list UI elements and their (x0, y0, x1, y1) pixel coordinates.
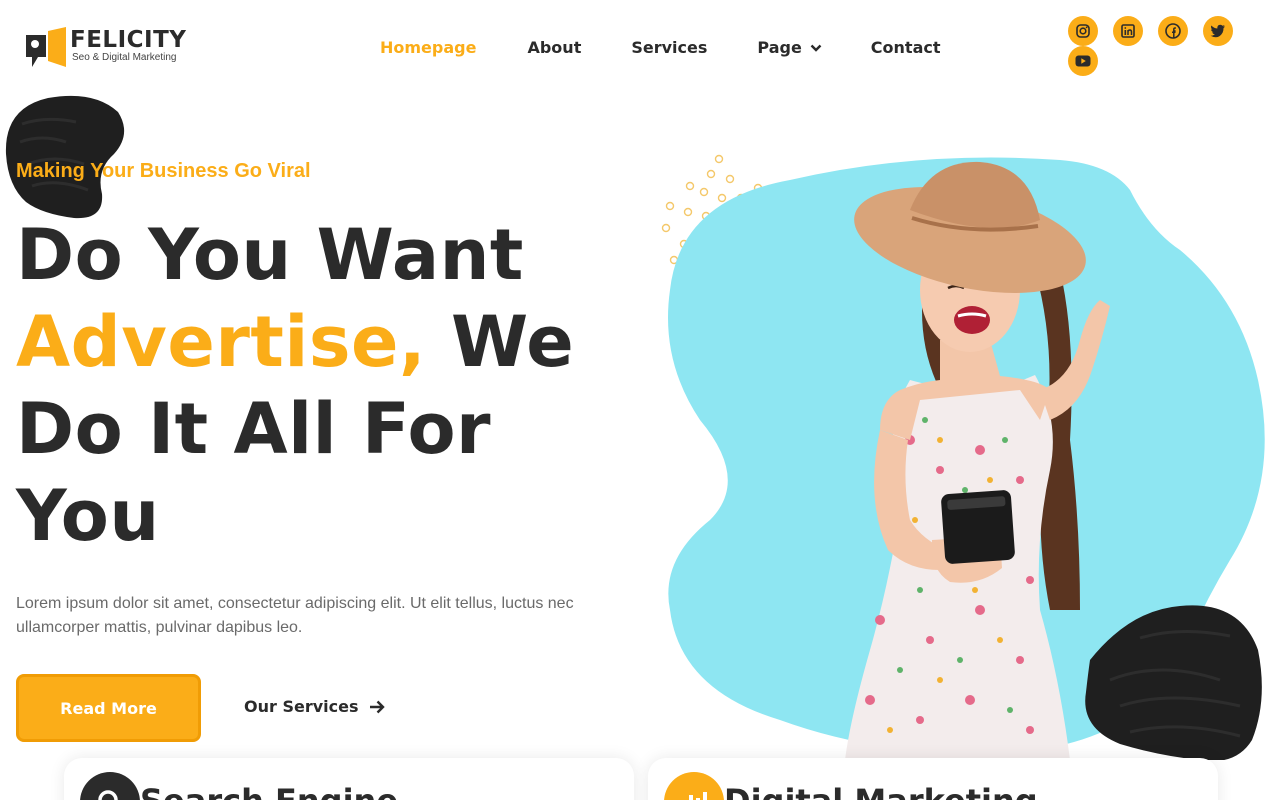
headline-part1: Do You Want (16, 214, 524, 296)
logo-mark-icon (26, 27, 66, 67)
linkedin-link[interactable] (1113, 16, 1143, 46)
facebook-link[interactable] (1158, 16, 1188, 46)
service-card-search-engine[interactable]: Search Engine (64, 758, 634, 800)
hero-eyebrow: Making Your Business Go Viral (16, 160, 311, 182)
arrow-right-icon (369, 700, 385, 713)
facebook-icon (1165, 23, 1181, 39)
search-icon (80, 772, 140, 800)
nav-item-contact[interactable]: Contact (871, 38, 941, 58)
headline-highlight: Advertise, (16, 301, 427, 383)
card-title: Digital Marketing (724, 782, 1038, 800)
service-card-digital-marketing[interactable]: Digital Marketing (648, 758, 1218, 800)
our-services-label: Our Services (244, 697, 359, 716)
decorative-blob-top (5, 95, 125, 219)
nav-item-page-label: Page (757, 38, 802, 57)
twitter-icon (1210, 24, 1225, 38)
nav-item-about[interactable]: About (527, 38, 581, 58)
twitter-link[interactable] (1203, 16, 1233, 46)
brand-name: FELICITY (70, 27, 187, 53)
hero-lead-text: Lorem ipsum dolor sit amet, consectetur … (16, 595, 574, 636)
youtube-link[interactable] (1068, 46, 1098, 76)
nav-item-page[interactable]: Page (757, 38, 822, 58)
nav-item-services[interactable]: Services (631, 38, 707, 58)
hero-headline: Do You Want Advertise, We Do It All For … (16, 212, 616, 560)
read-more-button[interactable]: Read More (16, 674, 201, 742)
instagram-link[interactable] (1068, 16, 1098, 46)
youtube-icon (1075, 55, 1091, 67)
nav-item-homepage[interactable]: Homepage (380, 38, 476, 58)
instagram-icon (1076, 24, 1090, 38)
chart-bars-icon (664, 772, 724, 800)
hero-image (661, 154, 1265, 760)
linkedin-icon (1121, 24, 1135, 38)
our-services-link[interactable]: Our Services (244, 697, 385, 716)
main-nav: Homepage About Services Page Contact (380, 38, 941, 58)
brand-logo[interactable]: FELICITY Seo & Digital Marketing (24, 27, 186, 69)
chevron-down-icon (810, 44, 822, 52)
logo-text: FELICITY Seo & Digital Marketing (70, 27, 186, 63)
card-title: Search Engine (140, 782, 398, 800)
brand-tagline: Seo & Digital Marketing (72, 52, 177, 63)
